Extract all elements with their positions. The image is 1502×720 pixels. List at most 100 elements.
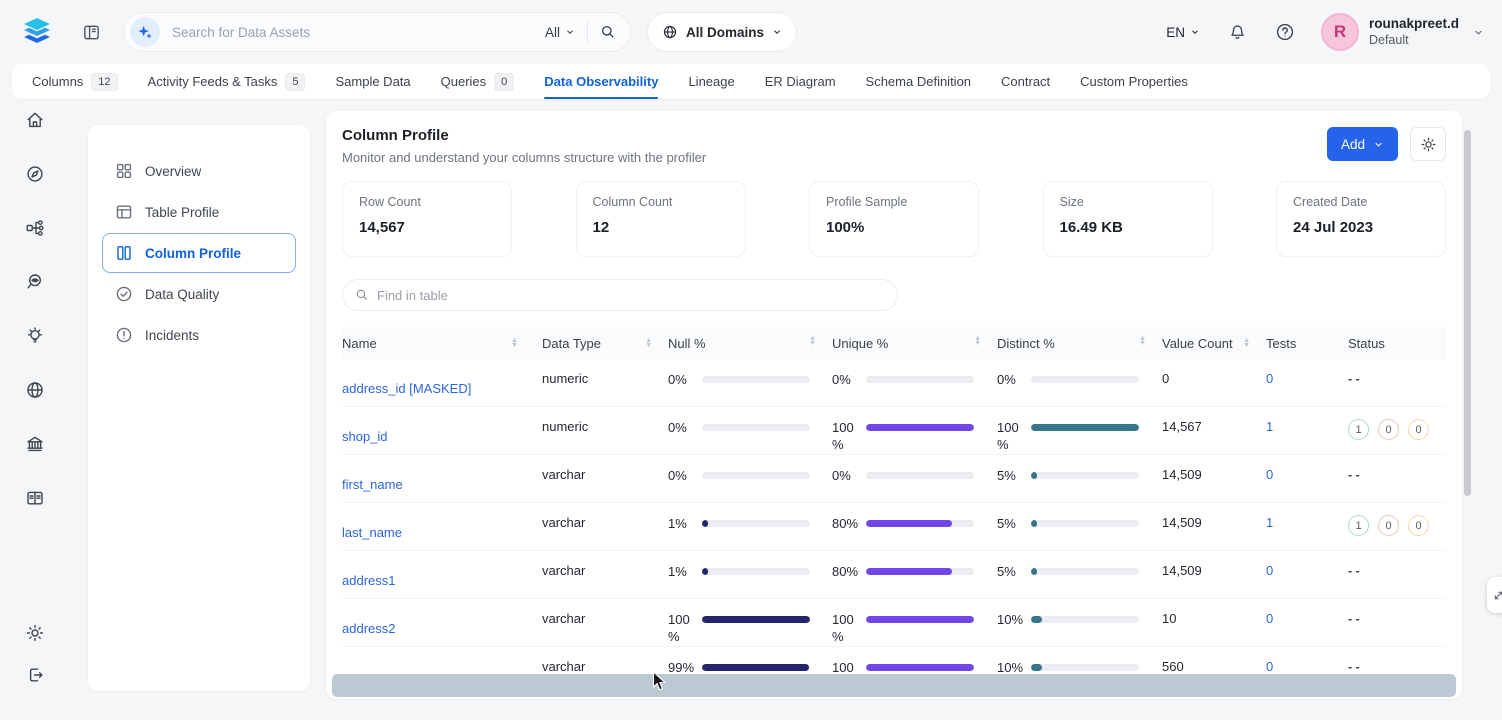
sidebar-toggle-icon[interactable] xyxy=(82,23,101,42)
tests-count-link[interactable]: 0 xyxy=(1266,611,1273,626)
tab-label: Lineage xyxy=(688,74,734,89)
glossary-icon[interactable] xyxy=(24,487,46,509)
side-menu-item-incidents[interactable]: Incidents xyxy=(102,315,296,355)
column-profile-icon xyxy=(115,244,133,262)
find-in-table-input[interactable] xyxy=(377,288,885,303)
col-header-data-type[interactable]: Data Type▲▼ xyxy=(542,336,668,351)
progress-bar xyxy=(702,664,810,671)
app-logo[interactable] xyxy=(16,12,58,52)
tab-schema-definition[interactable]: Schema Definition xyxy=(866,64,972,99)
percent-value: 0% xyxy=(668,467,702,484)
progress-bar xyxy=(702,472,810,479)
sort-icon[interactable]: ▲▼ xyxy=(974,336,981,347)
column-name-link[interactable]: address2 xyxy=(342,621,395,636)
progress-bar xyxy=(1031,376,1139,383)
col-header-name[interactable]: Name▲▼ xyxy=(342,336,542,351)
search-scope-dropdown[interactable]: All xyxy=(545,25,575,40)
col-header-tests: Tests xyxy=(1266,336,1348,351)
sort-icon[interactable]: ▲▼ xyxy=(1243,338,1250,349)
user-menu[interactable]: rounakpreet.d Default xyxy=(1369,16,1459,49)
column-name-link[interactable]: shop_id xyxy=(342,429,388,444)
settings-icon[interactable] xyxy=(24,622,46,644)
data-type: numeric xyxy=(542,419,668,434)
tests-count-link[interactable]: 0 xyxy=(1266,659,1273,674)
tests-count-link[interactable]: 0 xyxy=(1266,563,1273,578)
data-assets-icon[interactable] xyxy=(24,217,46,239)
tests-count-link[interactable]: 0 xyxy=(1266,371,1273,386)
column-name-link[interactable]: first_name xyxy=(342,477,403,492)
language-dropdown[interactable]: EN xyxy=(1166,25,1200,40)
column-name-link[interactable]: address_id [MASKED] xyxy=(342,381,471,396)
column-name-link[interactable]: last_name xyxy=(342,525,402,540)
tests-count-link[interactable]: 0 xyxy=(1266,467,1273,482)
tab-count-badge: 5 xyxy=(285,73,305,91)
topbar: All All Domains EN xyxy=(0,0,1502,64)
percent-value: 100 % xyxy=(668,611,702,645)
side-menu-item-data-quality[interactable]: Data Quality xyxy=(102,274,296,314)
col-header-unique[interactable]: Unique %▲▼ xyxy=(832,336,997,351)
domains-icon[interactable] xyxy=(24,379,46,401)
side-menu-item-table-profile[interactable]: Table Profile xyxy=(102,192,296,232)
settings-gear-button[interactable] xyxy=(1410,127,1446,161)
sort-icon[interactable]: ▲▼ xyxy=(1139,336,1146,347)
sort-icon[interactable]: ▲▼ xyxy=(511,338,518,349)
table-profile-icon xyxy=(115,203,133,221)
help-icon[interactable] xyxy=(1275,22,1295,42)
side-menu-label: Overview xyxy=(145,164,201,179)
side-menu-item-overview[interactable]: Overview xyxy=(102,151,296,191)
status-cell: -- xyxy=(1348,371,1446,386)
tab-er-diagram[interactable]: ER Diagram xyxy=(765,64,836,99)
tab-label: Contract xyxy=(1001,74,1050,89)
column-name-link[interactable]: address1 xyxy=(342,573,395,588)
tab-custom-properties[interactable]: Custom Properties xyxy=(1080,64,1188,99)
side-menu-label: Column Profile xyxy=(145,246,241,261)
page-title: Column Profile xyxy=(342,127,706,144)
col-header-null[interactable]: Null %▲▼ xyxy=(668,336,832,351)
col-header-status: Status xyxy=(1348,336,1446,351)
search-icon[interactable] xyxy=(600,24,616,40)
horizontal-scrollbar[interactable] xyxy=(332,674,1456,697)
table-row: shop_idnumeric0%100 %100 %14,5671100 xyxy=(342,407,1446,455)
home-icon[interactable] xyxy=(24,109,46,131)
tab-queries[interactable]: Queries0 xyxy=(441,64,515,99)
tab-lineage[interactable]: Lineage xyxy=(688,64,734,99)
vertical-scrollbar[interactable] xyxy=(1464,130,1471,496)
add-button[interactable]: Add xyxy=(1327,127,1398,161)
tests-count-link[interactable]: 1 xyxy=(1266,419,1273,434)
logout-icon[interactable] xyxy=(24,664,46,686)
search-scope-label: All xyxy=(545,25,560,40)
stat-value: 16.49 KB xyxy=(1060,219,1196,236)
tab-data-observability[interactable]: Data Observability xyxy=(544,64,658,99)
table-row: address2varchar100 %100 %10%100-- xyxy=(342,599,1446,647)
notifications-bell-icon[interactable] xyxy=(1228,23,1247,42)
percent-value: 1% xyxy=(668,563,702,580)
chevron-down-icon xyxy=(1373,139,1384,150)
test-status-badge-aborted: 0 xyxy=(1408,419,1429,440)
entity-tab-bar: Columns12 Activity Feeds & Tasks5 Sample D… xyxy=(12,64,1490,99)
tab-sample-data[interactable]: Sample Data xyxy=(335,64,410,99)
user-team: Default xyxy=(1369,33,1459,49)
observability-icon[interactable] xyxy=(24,271,46,293)
explore-icon[interactable] xyxy=(24,163,46,185)
tab-activity-feeds-tasks[interactable]: Activity Feeds & Tasks5 xyxy=(148,64,306,99)
govern-icon[interactable] xyxy=(24,433,46,455)
all-domains-button[interactable]: All Domains xyxy=(647,12,797,52)
search-input[interactable] xyxy=(172,25,545,40)
col-header-value-count[interactable]: Value Count▲▼ xyxy=(1162,336,1266,351)
ai-sparkle-icon[interactable] xyxy=(130,17,160,47)
test-status-badge-aborted: 0 xyxy=(1408,515,1429,536)
user-menu-chevron-icon[interactable] xyxy=(1473,27,1484,38)
tab-columns[interactable]: Columns12 xyxy=(32,64,118,99)
insights-icon[interactable] xyxy=(24,325,46,347)
side-menu-item-column-profile[interactable]: Column Profile xyxy=(102,233,296,273)
tests-count-link[interactable]: 1 xyxy=(1266,515,1273,530)
panel-collapse-button[interactable] xyxy=(1487,577,1502,613)
status-cell: -- xyxy=(1348,659,1446,674)
col-header-distinct[interactable]: Distinct %▲▼ xyxy=(997,336,1162,351)
stat-label: Row Count xyxy=(359,195,495,209)
sort-icon[interactable]: ▲▼ xyxy=(809,336,816,347)
status-empty: -- xyxy=(1348,467,1363,482)
sort-icon[interactable]: ▲▼ xyxy=(645,338,652,349)
user-avatar[interactable]: R xyxy=(1321,13,1359,51)
tab-contract[interactable]: Contract xyxy=(1001,64,1050,99)
